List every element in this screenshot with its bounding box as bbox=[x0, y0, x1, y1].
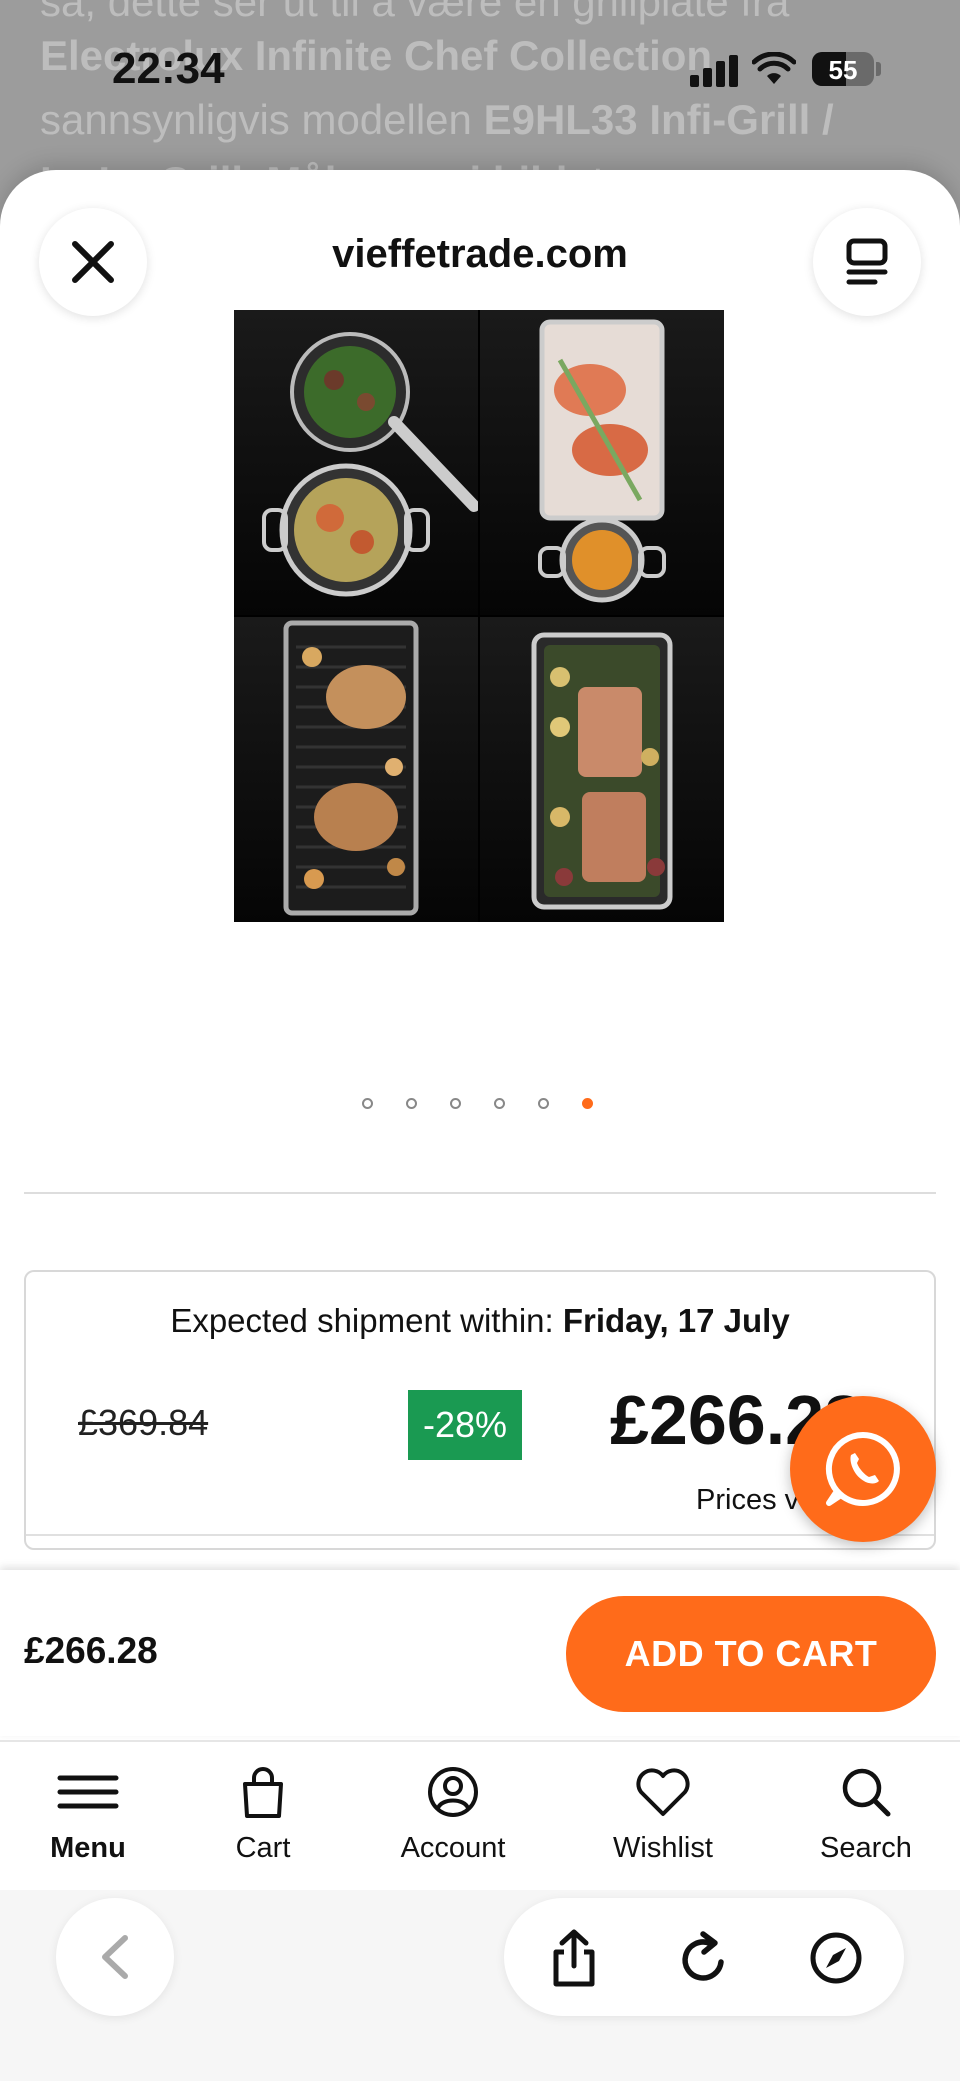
status-time: 22:34 bbox=[112, 44, 225, 93]
close-icon bbox=[72, 241, 114, 283]
bottom-nav: Menu Cart Account Wishlist Search bbox=[0, 1740, 960, 1890]
nav-item-menu[interactable]: Menu bbox=[8, 1764, 168, 1865]
sticky-cart-bar: £266.28 ADD TO CART bbox=[0, 1570, 960, 1736]
gallery-dot[interactable] bbox=[538, 1098, 549, 1109]
heart-icon bbox=[636, 1768, 690, 1816]
gallery-dot[interactable] bbox=[494, 1098, 505, 1109]
gallery-dot[interactable] bbox=[582, 1098, 593, 1109]
chevron-left-icon bbox=[102, 1935, 128, 1979]
nav-label: Wishlist bbox=[613, 1832, 713, 1864]
site-title: vieffetrade.com bbox=[332, 232, 628, 276]
share-button[interactable] bbox=[544, 1928, 604, 1988]
reader-icon bbox=[846, 238, 888, 285]
browser-toolbar bbox=[0, 1890, 960, 2081]
signal-icon bbox=[690, 55, 738, 87]
toolbar-actions bbox=[504, 1898, 904, 2016]
nav-label: Cart bbox=[235, 1832, 291, 1864]
nav-item-search[interactable]: Search bbox=[786, 1764, 946, 1865]
account-icon bbox=[428, 1767, 478, 1817]
image-quadrant bbox=[234, 617, 478, 922]
nav-item-cart[interactable]: Cart bbox=[183, 1764, 343, 1865]
shipment-text: Expected shipment within: Friday, 17 Jul… bbox=[170, 1302, 790, 1339]
cart-bar-price: £266.28 bbox=[24, 1630, 158, 1671]
close-button[interactable] bbox=[39, 208, 147, 316]
image-quadrant bbox=[480, 310, 724, 615]
nav-item-wishlist[interactable]: Wishlist bbox=[583, 1764, 743, 1865]
prices-note: Prices v bbox=[696, 1484, 800, 1516]
share-icon bbox=[553, 1929, 595, 1987]
status-bar: 22:34 55 bbox=[0, 0, 960, 130]
nav-label: Account bbox=[400, 1832, 506, 1864]
wifi-icon bbox=[752, 52, 796, 84]
compass-icon bbox=[810, 1932, 862, 1984]
shipment-price-card: Expected shipment within: Friday, 17 Jul… bbox=[24, 1270, 936, 1550]
menu-icon bbox=[57, 1775, 119, 1809]
whatsapp-button[interactable] bbox=[790, 1396, 936, 1542]
reader-button[interactable] bbox=[813, 208, 921, 316]
product-image[interactable] bbox=[234, 310, 724, 922]
gallery-dot[interactable] bbox=[362, 1098, 373, 1109]
image-quadrant bbox=[480, 617, 724, 922]
gallery-dot[interactable] bbox=[450, 1098, 461, 1109]
add-to-cart-button[interactable]: ADD TO CART bbox=[566, 1596, 936, 1712]
nav-label: Search bbox=[820, 1832, 912, 1864]
battery-tip bbox=[876, 62, 881, 76]
gallery-dots bbox=[0, 1098, 960, 1112]
image-quadrant bbox=[234, 310, 480, 615]
old-price: £369.84 bbox=[78, 1402, 209, 1443]
discount-badge: -28% bbox=[408, 1390, 522, 1460]
battery-icon: 55 bbox=[812, 52, 874, 86]
reload-icon bbox=[682, 1931, 724, 1981]
gallery-dot[interactable] bbox=[406, 1098, 417, 1109]
whatsapp-icon bbox=[825, 1431, 900, 1506]
nav-label: Menu bbox=[50, 1832, 126, 1864]
card-separator bbox=[26, 1534, 934, 1536]
back-button[interactable] bbox=[56, 1898, 174, 2016]
screen: så, dette ser ut til å være en grillplat… bbox=[0, 0, 960, 2081]
bookmarks-button[interactable] bbox=[806, 1928, 866, 1988]
cart-icon bbox=[243, 1767, 283, 1818]
search-icon bbox=[842, 1768, 891, 1817]
shipment-date: Friday, 17 July bbox=[562, 1302, 790, 1339]
divider bbox=[24, 1192, 936, 1194]
reload-button[interactable] bbox=[674, 1928, 734, 1988]
nav-item-account[interactable]: Account bbox=[373, 1764, 533, 1865]
